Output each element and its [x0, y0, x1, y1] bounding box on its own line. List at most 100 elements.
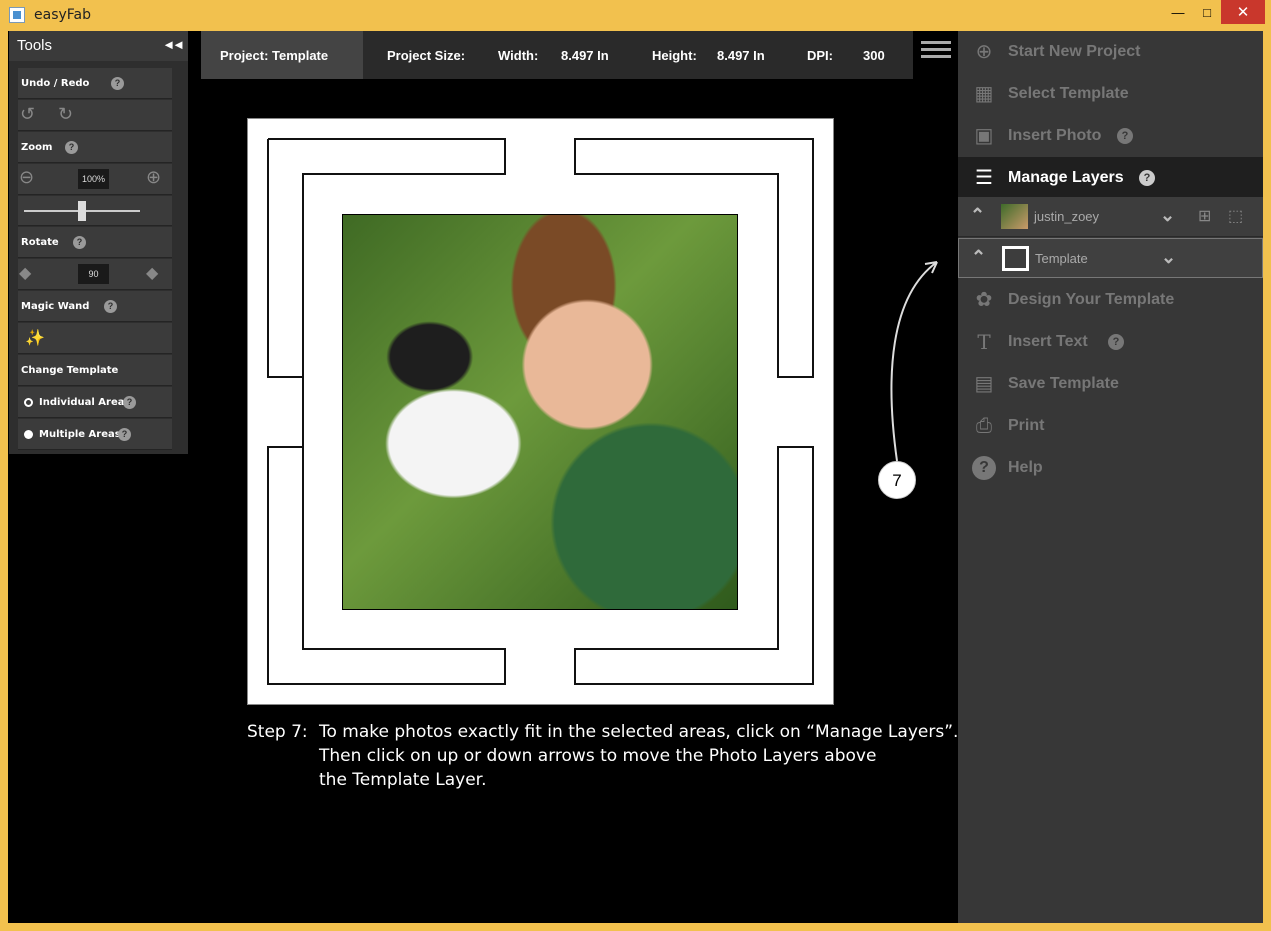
layer-up-arrow-icon[interactable]: ⌃: [970, 205, 985, 226]
title-bar: easyFab — □ ✕: [0, 0, 1271, 31]
right-menu-panel: ⊕ Start New Project ▦ Select Template ▣ …: [958, 31, 1263, 923]
zoom-value[interactable]: 100%: [78, 169, 109, 189]
step-number-badge: 7: [878, 461, 916, 499]
layer-down-arrow-icon[interactable]: ⌄: [1161, 247, 1176, 268]
text-icon: T: [977, 330, 991, 354]
collapse-icon[interactable]: ◄◄: [162, 37, 185, 52]
start-new-project-item[interactable]: ⊕ Start New Project: [958, 31, 1263, 73]
print-item[interactable]: ⎙ Print: [958, 405, 1263, 447]
layer-row-template[interactable]: ⌃ Template ⌄: [958, 238, 1263, 278]
save-template-item[interactable]: ▤ Save Template: [958, 363, 1263, 405]
redo-icon[interactable]: ↻: [58, 104, 73, 125]
select-template-label: Select Template: [1008, 85, 1129, 102]
undo-help-icon[interactable]: ?: [111, 77, 124, 90]
magic-wand-icon[interactable]: ✨: [25, 328, 45, 348]
tools-title: Tools: [17, 37, 53, 54]
design-template-item[interactable]: ✿ Design Your Template: [958, 279, 1263, 321]
change-template-label: Change Template: [21, 365, 119, 376]
photo-layer-image[interactable]: [342, 214, 738, 610]
minimize-button[interactable]: —: [1163, 0, 1193, 24]
template-canvas[interactable]: [247, 118, 834, 705]
height-label: Height:: [652, 48, 697, 63]
height-value: 8.497 In: [717, 48, 765, 63]
zoom-help-icon[interactable]: ?: [65, 141, 78, 154]
zoom-row: Zoom ?: [18, 132, 172, 163]
dpi-label: DPI:: [807, 48, 833, 63]
individual-area-help-icon[interactable]: ?: [123, 396, 136, 409]
individual-area-label: Individual Area: [39, 397, 125, 408]
insert-text-item[interactable]: T Insert Text ?: [958, 321, 1263, 363]
insert-text-label: Insert Text: [1008, 333, 1088, 350]
rotate-label: Rotate: [21, 237, 59, 248]
app-icon: [9, 7, 25, 23]
undo-redo-row: Undo / Redo ?: [18, 68, 172, 99]
undo-icon[interactable]: ↺: [20, 104, 35, 125]
layer-thumbnail: [1001, 204, 1028, 229]
multiple-areas-row[interactable]: Multiple Areas ?: [18, 419, 172, 450]
workspace: Tools ◄◄ Undo / Redo ? ↺ ↻ Zoom ? ⊖ 100%…: [8, 31, 1263, 923]
save-icon: ▤: [974, 373, 994, 395]
window-title: easyFab: [34, 7, 92, 23]
tools-panel: Tools ◄◄ Undo / Redo ? ↺ ↻ Zoom ? ⊖ 100%…: [9, 31, 188, 454]
help-label: Help: [1008, 459, 1043, 476]
rotate-help-icon[interactable]: ?: [73, 236, 86, 249]
rotate-left-icon[interactable]: ◆: [19, 263, 31, 283]
project-size-label: Project Size:: [387, 48, 466, 63]
change-template-row: Change Template: [18, 355, 172, 386]
undo-redo-buttons-row: ↺ ↻: [18, 100, 172, 131]
save-template-label: Save Template: [1008, 375, 1119, 392]
plus-circle-icon: ⊕: [975, 41, 993, 63]
delete-layer-icon[interactable]: ⬚: [1228, 206, 1243, 226]
individual-area-radio[interactable]: [24, 398, 33, 407]
palette-icon: ✿: [975, 289, 993, 311]
manage-layers-label: Manage Layers: [1008, 169, 1124, 186]
rotate-row: Rotate ?: [18, 227, 172, 258]
insert-photo-label: Insert Photo: [1008, 127, 1102, 144]
template-icon: ▦: [974, 83, 994, 105]
rotate-controls-row: ◆ 90 ◆: [18, 259, 172, 290]
help-item[interactable]: ? Help: [958, 447, 1263, 489]
magic-wand-tool-row: ✨: [18, 323, 172, 354]
layer-row-photo[interactable]: ⌃ justin_zoey ⌄ ⊞ ⬚: [958, 197, 1263, 237]
manage-layers-help-icon[interactable]: ?: [1139, 170, 1155, 186]
image-icon: ▣: [974, 125, 994, 147]
width-label: Width:: [498, 48, 539, 63]
dpi-value: 300: [863, 48, 885, 63]
printer-icon: ⎙: [976, 415, 992, 437]
app-window: easyFab — □ ✕ Tools ◄◄ Undo / Redo ? ↺ ↻…: [0, 0, 1271, 931]
layer-up-arrow-icon[interactable]: ⌃: [971, 247, 986, 268]
multiple-areas-radio[interactable]: [24, 430, 33, 439]
step-line-2: Then click on up or down arrows to move …: [319, 746, 877, 766]
zoom-in-icon[interactable]: ⊕: [146, 167, 161, 188]
callout-arrow: [890, 261, 938, 462]
insert-photo-item[interactable]: ▣ Insert Photo ?: [958, 115, 1263, 157]
maximize-button[interactable]: □: [1193, 0, 1221, 24]
manage-layers-item[interactable]: ☰ Manage Layers ?: [958, 157, 1263, 199]
hamburger-menu-icon[interactable]: [921, 41, 951, 59]
tools-header: Tools ◄◄: [9, 31, 188, 61]
multiple-areas-label: Multiple Areas: [39, 429, 121, 440]
insert-text-help-icon[interactable]: ?: [1108, 334, 1124, 350]
magic-wand-help-icon[interactable]: ?: [104, 300, 117, 313]
step-body: To make photos exactly fit in the select…: [319, 720, 958, 792]
project-info-bar: Project: Template Project Size: Width: 8…: [201, 31, 913, 79]
close-button[interactable]: ✕: [1221, 0, 1265, 24]
layer-down-arrow-icon[interactable]: ⌄: [1160, 205, 1175, 226]
zoom-slider-handle[interactable]: [78, 201, 86, 221]
layer-thumbnail: [1002, 246, 1029, 271]
individual-area-row[interactable]: Individual Area ?: [18, 387, 172, 418]
project-name: Project: Template: [201, 31, 363, 79]
layers-icon: ☰: [975, 167, 993, 189]
select-template-item[interactable]: ▦ Select Template: [958, 73, 1263, 115]
design-template-label: Design Your Template: [1008, 291, 1175, 308]
undo-redo-label: Undo / Redo: [21, 78, 90, 89]
zoom-slider-row: [18, 196, 172, 226]
magic-wand-label: Magic Wand: [21, 301, 90, 312]
insert-photo-help-icon[interactable]: ?: [1117, 128, 1133, 144]
layer-name: justin_zoey: [1034, 209, 1100, 224]
rotate-right-icon[interactable]: ◆: [146, 263, 158, 283]
zoom-out-icon[interactable]: ⊖: [19, 167, 34, 188]
duplicate-layer-icon[interactable]: ⊞: [1198, 206, 1211, 226]
rotate-value[interactable]: 90: [78, 264, 109, 284]
multiple-areas-help-icon[interactable]: ?: [118, 428, 131, 441]
